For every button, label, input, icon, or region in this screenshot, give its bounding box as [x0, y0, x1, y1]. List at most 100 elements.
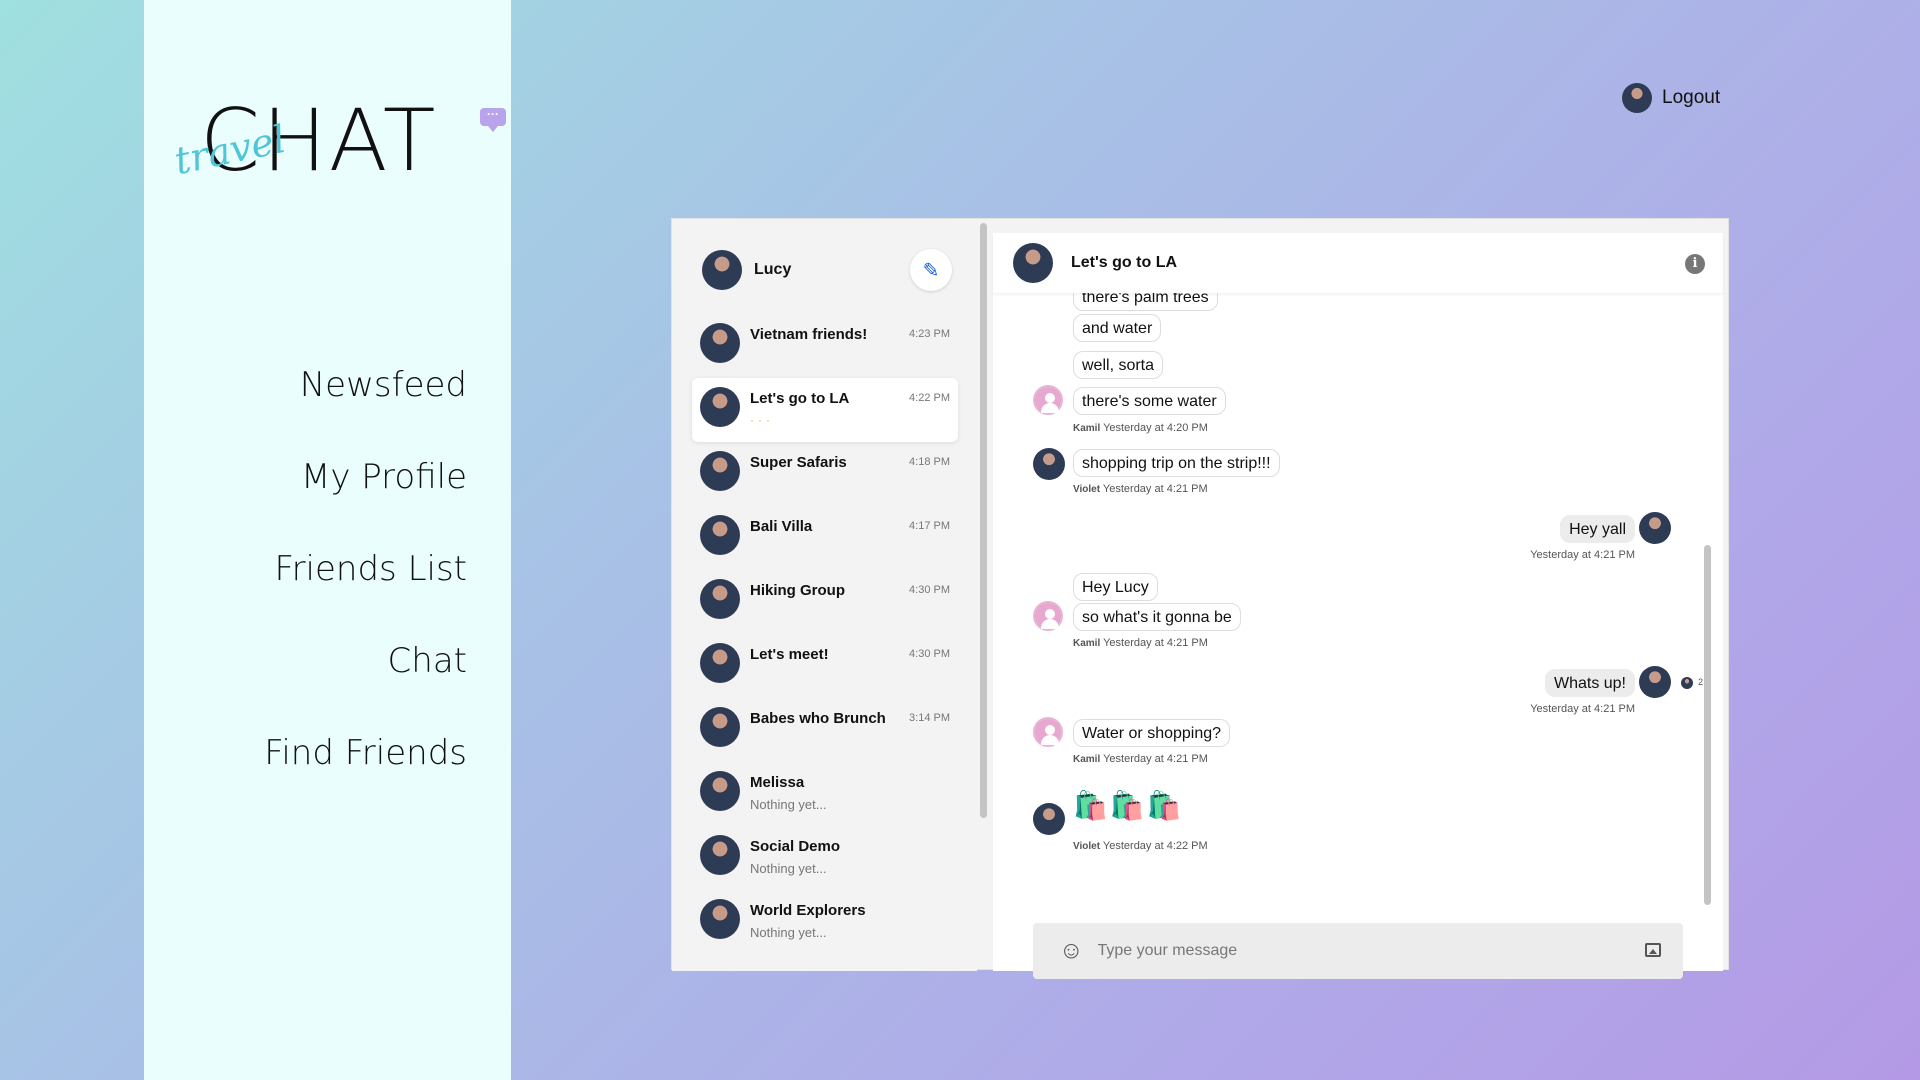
- conversation-preview: [750, 605, 950, 620]
- conversation-time: 4:30 PM: [909, 584, 950, 596]
- conversation-preview: [750, 733, 950, 748]
- conversation-panel: Lucy ✎ Vietnam friends! 4:23 PM Let's go…: [672, 219, 977, 971]
- current-user-name: Lucy: [754, 261, 792, 278]
- conversation-preview: Nothing yet...: [750, 797, 827, 812]
- logo[interactable]: CHAT travel ···: [171, 96, 506, 186]
- nav-friends-list[interactable]: Friends List: [264, 544, 467, 636]
- message-author: Violet: [1073, 841, 1101, 852]
- conversation-item[interactable]: Super Safaris 4:18 PM: [692, 442, 958, 506]
- nav-my-profile[interactable]: My Profile: [264, 452, 467, 544]
- message-bubble: so what's it gonna be: [1073, 603, 1241, 631]
- conversation-item[interactable]: Bali Villa 4:17 PM: [692, 506, 958, 570]
- conversation-item[interactable]: Social Demo Nothing yet...: [692, 826, 958, 890]
- avatar: [1639, 666, 1671, 698]
- my-message-bubble: Hey yall: [1560, 515, 1635, 543]
- conversation-time: 4:23 PM: [909, 328, 950, 340]
- sidebar: CHAT travel ··· Newsfeed My Profile Frie…: [144, 0, 511, 1080]
- message-author: Kamil: [1073, 754, 1101, 765]
- conversation-item-active[interactable]: Let's go to LA ··· 4:22 PM: [692, 378, 958, 442]
- conversation-item[interactable]: Melissa Nothing yet...: [692, 762, 958, 826]
- compose-button[interactable]: ✎: [910, 249, 952, 291]
- message-meta: Kamil Yesterday at 4:20 PM: [1073, 422, 1208, 434]
- avatar: [700, 387, 740, 427]
- message-time: Yesterday at 4:21 PM: [1103, 753, 1208, 765]
- user-avatar-icon: [1033, 385, 1063, 415]
- message-input-bar: ☺: [1033, 923, 1683, 979]
- avatar: [700, 707, 740, 747]
- pencil-icon: ✎: [922, 259, 940, 282]
- conversation-title: World Explorers: [750, 902, 866, 919]
- message-list: there's palm trees and water well, sorta…: [993, 293, 1723, 903]
- avatar: [1033, 448, 1065, 480]
- message-author: Kamil: [1073, 423, 1101, 434]
- logout-button[interactable]: Logout: [1622, 83, 1720, 113]
- typing-indicator: ···: [750, 413, 774, 427]
- my-message-bubble: Whats up!: [1544, 669, 1635, 697]
- conversation-title: Social Demo: [750, 838, 841, 855]
- avatar: [1639, 512, 1671, 544]
- message-meta: Violet Yesterday at 4:21 PM: [1073, 483, 1208, 495]
- conversation-time: 4:22 PM: [909, 392, 950, 404]
- image-upload-icon[interactable]: [1645, 943, 1661, 957]
- conversation-preview: [750, 349, 950, 364]
- user-avatar-icon: [1033, 601, 1063, 631]
- thread-header: Let's go to LA i: [993, 233, 1723, 293]
- seen-count: 2: [1697, 677, 1703, 687]
- my-message-time: Yesterday at 4:21 PM: [1530, 703, 1635, 715]
- conversation-preview: [750, 669, 950, 684]
- emoji-picker-icon[interactable]: ☺: [1059, 937, 1084, 965]
- message-bubble: there's some water: [1073, 387, 1226, 415]
- avatar[interactable]: [702, 250, 742, 290]
- conversation-time: 3:14 PM: [909, 712, 950, 724]
- avatar: [700, 579, 740, 619]
- conversation-preview: Nothing yet...: [750, 925, 827, 940]
- message-bubble: and water: [1073, 314, 1162, 342]
- info-icon[interactable]: i: [1685, 254, 1705, 274]
- conversation-scrollbar[interactable]: [980, 223, 987, 818]
- avatar: [700, 899, 740, 939]
- conversation-item[interactable]: Vietnam friends! 4:23 PM: [692, 314, 958, 378]
- conversation-preview: [750, 477, 950, 492]
- message-input[interactable]: [1097, 942, 1618, 960]
- chat-window: Lucy ✎ Vietnam friends! 4:23 PM Let's go…: [671, 218, 1729, 979]
- message-bubble: there's palm trees: [1073, 293, 1218, 311]
- conversation-list: Vietnam friends! 4:23 PM Let's go to LA ·…: [692, 314, 958, 954]
- avatar: [700, 515, 740, 555]
- conversation-item[interactable]: Let's meet! 4:30 PM: [692, 634, 958, 698]
- conversation-item[interactable]: Hiking Group 4:30 PM: [692, 570, 958, 634]
- conversation-header: Lucy ✎: [702, 249, 952, 291]
- message-panel: Let's go to LA i there's palm trees and …: [993, 233, 1723, 979]
- avatar: [1033, 803, 1065, 835]
- chat-bubble-icon: ···: [480, 108, 506, 132]
- message-bubble: shopping trip on the strip!!!: [1073, 449, 1280, 477]
- conversation-preview: Nothing yet...: [750, 861, 827, 876]
- avatar: [700, 835, 740, 875]
- nav-newsfeed[interactable]: Newsfeed: [264, 360, 467, 452]
- message-time: Yesterday at 4:22 PM: [1102, 840, 1208, 852]
- conversation-title: Melissa: [750, 774, 805, 791]
- avatar: [700, 643, 740, 683]
- message-scrollbar[interactable]: [1704, 545, 1711, 905]
- message-author: Violet: [1073, 484, 1101, 495]
- message-meta: Kamil Yesterday at 4:21 PM: [1073, 753, 1208, 765]
- avatar: [700, 323, 740, 363]
- message-meta: Violet Yesterday at 4:22 PM: [1073, 840, 1208, 852]
- message-bubble: Water or shopping?: [1073, 719, 1231, 747]
- main-nav: Newsfeed My Profile Friends List Chat Fi…: [264, 360, 467, 820]
- nav-chat[interactable]: Chat: [264, 636, 467, 728]
- nav-find-friends[interactable]: Find Friends: [264, 728, 467, 820]
- thread-title: Let's go to LA: [1071, 254, 1178, 271]
- avatar[interactable]: [1013, 243, 1053, 283]
- avatar: [700, 451, 740, 491]
- message-time: Yesterday at 4:20 PM: [1103, 422, 1208, 434]
- conversation-item[interactable]: Babes who Brunch 3:14 PM: [692, 698, 958, 762]
- user-avatar-icon: [1033, 717, 1063, 747]
- message-bubble: Hey Lucy: [1073, 573, 1158, 601]
- conversation-time: 4:30 PM: [909, 648, 950, 660]
- message-time: Yesterday at 4:21 PM: [1103, 637, 1208, 649]
- message-time: Yesterday at 4:21 PM: [1102, 483, 1208, 495]
- emoji-message: 🛍️🛍️🛍️: [1073, 790, 1184, 821]
- message-meta: Kamil Yesterday at 4:21 PM: [1073, 637, 1208, 649]
- conversation-time: 4:18 PM: [909, 456, 950, 468]
- conversation-item[interactable]: World Explorers Nothing yet...: [692, 890, 958, 954]
